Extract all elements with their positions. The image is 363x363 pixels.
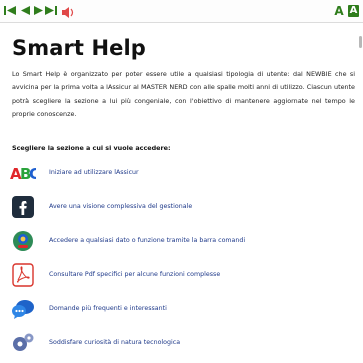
gears-icon <box>10 330 36 356</box>
page-title: Smart Help <box>12 36 146 60</box>
section-item-faq[interactable]: Domande più frequenti e interessanti <box>10 296 330 322</box>
section-item-getting-started[interactable]: A B C Iniziare ad utilizzare lAssicur <box>10 160 330 186</box>
previous-page-icon[interactable] <box>19 5 32 16</box>
section-item-command-bar[interactable]: Accedere a qualsiasi dato o funzione tra… <box>10 228 330 254</box>
svg-text:C: C <box>29 165 36 183</box>
last-page-icon[interactable] <box>44 5 57 16</box>
facebook-icon <box>10 194 36 220</box>
section-prompt: Scegliere la sezione a cui si vuole acce… <box>12 144 171 152</box>
first-page-icon[interactable] <box>4 5 17 16</box>
scrollbar[interactable] <box>359 36 362 48</box>
top-toolbar: A A <box>0 0 363 23</box>
section-label[interactable]: Accedere a qualsiasi dato o funzione tra… <box>49 228 245 254</box>
pdf-icon <box>10 262 36 288</box>
speaker-icon[interactable] <box>61 4 75 18</box>
chat-bubbles-icon <box>10 296 36 322</box>
section-item-technology[interactable]: Soddisfare curiosità di natura tecnologi… <box>10 330 330 356</box>
section-label[interactable]: Avere una visione complessiva del gestio… <box>49 194 192 220</box>
section-label[interactable]: Soddisfare curiosità di natura tecnologi… <box>49 330 180 356</box>
intro-paragraph: Lo Smart Help è organizzato per poter es… <box>12 70 355 118</box>
section-label[interactable]: Domande più frequenti e interessanti <box>49 296 167 322</box>
increase-font-button[interactable]: A <box>333 5 345 17</box>
section-label[interactable]: Consultare Pdf specifici per alcune funz… <box>49 262 220 288</box>
section-label[interactable]: Iniziare ad utilizzare lAssicur <box>49 160 139 186</box>
abc-icon: A B C <box>10 160 36 186</box>
compass-icon <box>10 228 36 254</box>
decrease-font-button[interactable]: A <box>348 5 359 17</box>
section-item-overview[interactable]: Avere una visione complessiva del gestio… <box>10 194 330 220</box>
section-item-pdf-guides[interactable]: Consultare Pdf specifici per alcune funz… <box>10 262 330 288</box>
